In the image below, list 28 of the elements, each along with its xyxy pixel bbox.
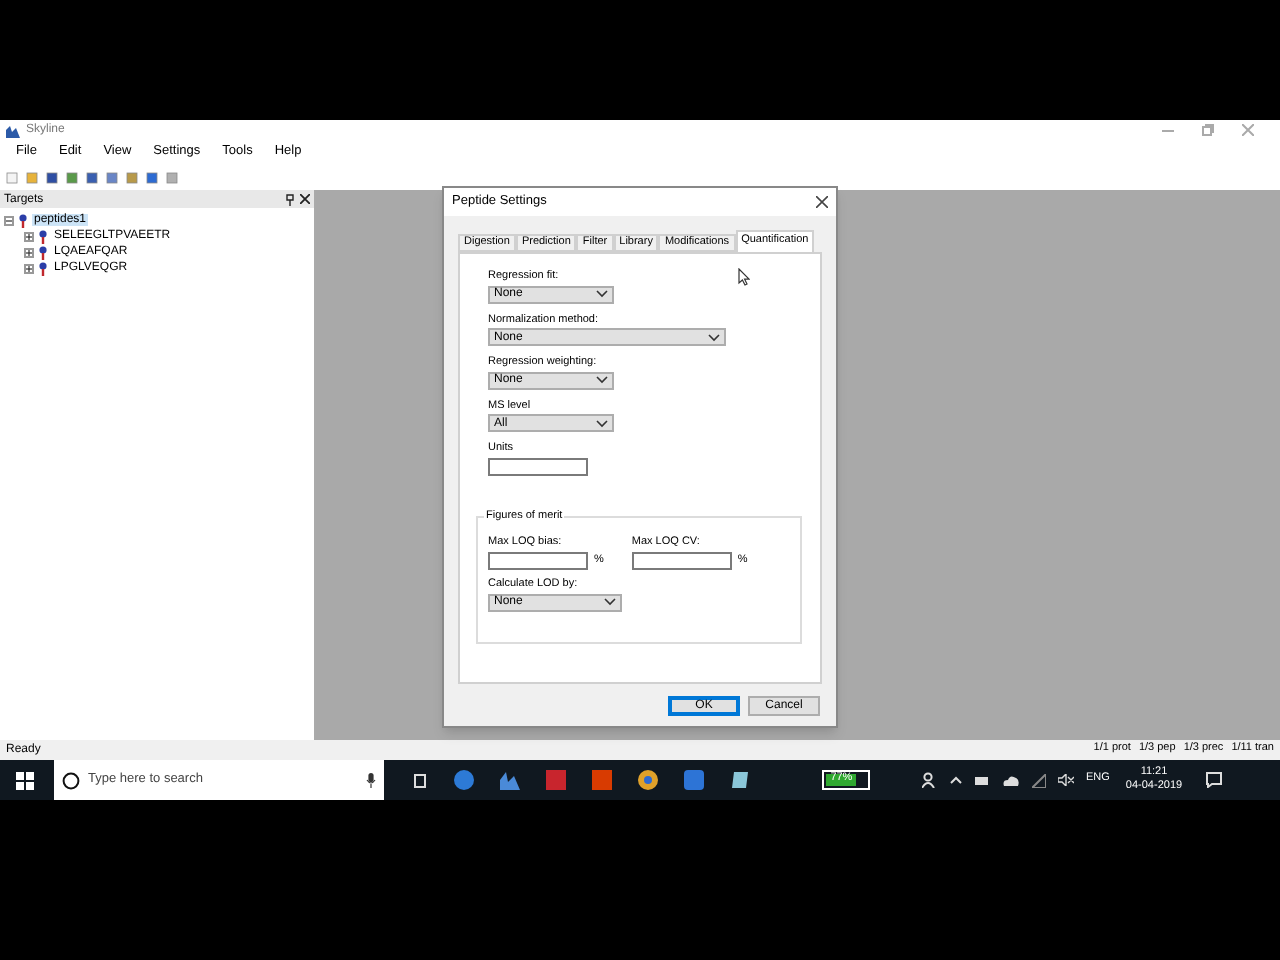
dropdown-caret-icon [596,376,608,384]
dropdown-caret-icon [596,290,608,298]
dropdown-caret-icon [708,333,720,341]
text-input[interactable] [488,457,588,475]
mouse-cursor-icon [738,268,750,286]
speaker-muted-icon[interactable] [1058,774,1074,786]
circle-app-icon[interactable] [454,770,474,790]
wifi-icon[interactable] [1032,773,1046,787]
cloud-icon[interactable] [1002,774,1020,786]
close-icon[interactable] [816,196,828,208]
text-input[interactable] [631,552,732,570]
expand-toggle-icon[interactable] [24,231,34,241]
search-icon [62,771,80,789]
expand-toggle-icon[interactable] [24,247,34,257]
expand-toggle-icon[interactable] [24,263,34,273]
pin-icon[interactable] [286,193,294,205]
text-input[interactable] [488,552,588,570]
dropdown-caret-icon [596,419,608,427]
peptide-icon [18,213,28,227]
collapse-toggle-icon[interactable] [4,215,14,225]
start-icon[interactable] [16,771,34,789]
close-icon[interactable] [300,194,310,204]
task-view-icon[interactable] [412,773,428,787]
dropdown-caret-icon [604,598,616,606]
notification-icon[interactable] [1206,772,1223,788]
people-icon[interactable] [922,772,938,788]
chevron-up-icon[interactable] [950,776,962,784]
microphone-icon[interactable] [366,772,376,788]
